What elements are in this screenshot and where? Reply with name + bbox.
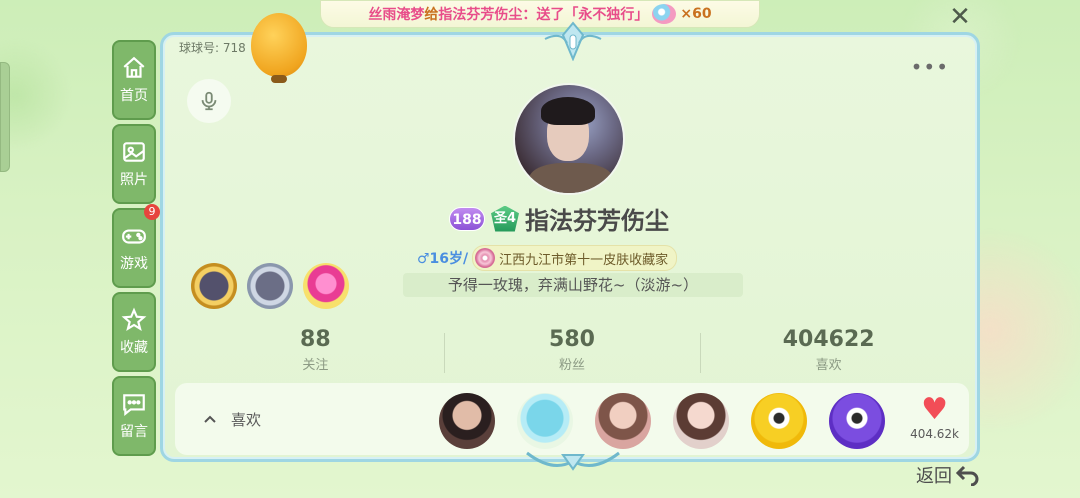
- home-icon: [123, 56, 145, 78]
- mascot-chick-icon[interactable]: [251, 13, 307, 83]
- likes-toggle-label: 喜欢: [231, 410, 262, 429]
- stat-value: 404622: [782, 327, 875, 352]
- sidebar: 首页 照片 9 游戏 收藏 留言: [112, 40, 160, 460]
- heart-badge-icon[interactable]: [303, 263, 349, 309]
- like-count: 404.62k: [910, 427, 959, 441]
- lollipop-icon: [475, 248, 496, 268]
- sidebar-item-games[interactable]: 9 游戏: [112, 204, 160, 288]
- title-badge[interactable]: 江西九江市第十一皮肤收藏家: [472, 245, 678, 271]
- background-blob: [0, 40, 70, 150]
- gold-frame-badge-icon[interactable]: [191, 263, 237, 309]
- sidebar-item-label: 首页: [120, 88, 148, 104]
- edge-handle[interactable]: [0, 62, 10, 172]
- nickname: 指法芬芳伤尘: [525, 207, 669, 235]
- liker-avatar[interactable]: [829, 393, 885, 449]
- heart-icon: ♥: [921, 392, 948, 427]
- bottom-ornament-icon: [526, 451, 620, 471]
- back-button[interactable]: 返回: [916, 462, 980, 488]
- sidebar-item-home[interactable]: 首页: [112, 40, 156, 120]
- liker-avatar[interactable]: [673, 393, 729, 449]
- info-row: ♂16岁/ 江西九江市第十一皮肤收藏家: [417, 245, 678, 271]
- liker-avatar[interactable]: [517, 393, 573, 449]
- message-icon: [123, 394, 145, 417]
- return-arrow-icon: [956, 465, 979, 486]
- sidebar-item-label: 收藏: [120, 340, 148, 356]
- profile-avatar[interactable]: [513, 83, 625, 195]
- achievement-badges: [191, 263, 349, 309]
- banner-sender: 丝雨淹梦: [368, 7, 425, 23]
- stat-label: 喜欢: [815, 358, 842, 373]
- chevron-up-icon: [204, 415, 216, 423]
- gift-banner: 丝雨淹梦 给 指法芬芳伤尘 ：送了「永不独行」 ×60: [320, 0, 760, 28]
- stats-row: 88 关注 580 粉丝 404622 喜欢: [187, 327, 957, 373]
- likes-toggle[interactable]: 喜欢: [203, 409, 261, 430]
- stat-label: 粉丝: [559, 358, 586, 373]
- motto: 予得一玫瑰，弃满山野花~（淡游~）: [403, 273, 743, 297]
- star-icon: [121, 307, 147, 331]
- stat-value: 580: [549, 327, 595, 352]
- title-text: 江西九江市第十一皮肤收藏家: [499, 252, 669, 268]
- qq-id: 球球号: 718: [179, 41, 246, 55]
- banner-receiver: 指法芬芳伤尘: [438, 7, 523, 23]
- back-label: 返回: [916, 466, 952, 487]
- banner-verb: 给: [424, 7, 439, 23]
- liker-avatar[interactable]: [595, 393, 651, 449]
- stat-following[interactable]: 88 关注: [187, 327, 444, 373]
- sidebar-item-label: 游戏: [120, 256, 148, 272]
- likes-bar: 喜欢 ♥ 404.62k: [175, 383, 969, 455]
- liker-avatar[interactable]: [751, 393, 807, 449]
- stat-value: 88: [300, 327, 331, 352]
- stat-label: 关注: [302, 358, 329, 373]
- more-options-icon[interactable]: •••: [911, 55, 949, 79]
- level-badge[interactable]: 188: [449, 206, 485, 231]
- microphone-icon: [201, 91, 217, 111]
- profile-card: 球球号: 718 ••• 188 圣4 指法芬芳伤尘 ♂16岁/ 江西九江市第十…: [160, 13, 980, 471]
- sidebar-item-label: 留言: [120, 424, 148, 440]
- gift-icon: [652, 4, 677, 24]
- gamepad-icon: [122, 229, 146, 244]
- banner-count: ×60: [680, 6, 712, 22]
- stat-likes[interactable]: 404622 喜欢: [700, 327, 957, 373]
- saint-badge[interactable]: 圣4: [491, 205, 519, 232]
- name-row: 188 圣4 指法芬芳伤尘: [449, 201, 669, 236]
- like-button[interactable]: ♥ 404.62k: [910, 392, 959, 442]
- notification-badge: 9: [144, 204, 160, 220]
- stat-fans[interactable]: 580 粉丝: [443, 327, 701, 373]
- image-icon: [123, 142, 145, 162]
- gender-age: ♂16岁/: [417, 251, 469, 267]
- voice-button[interactable]: [187, 79, 231, 123]
- close-icon[interactable]: ✕: [948, 4, 972, 30]
- liker-avatar[interactable]: [439, 393, 495, 449]
- sidebar-item-favorites[interactable]: 收藏: [112, 292, 156, 372]
- sidebar-item-messages[interactable]: 留言: [112, 376, 156, 456]
- sidebar-item-photos[interactable]: 照片: [112, 124, 156, 204]
- silver-frame-badge-icon[interactable]: [247, 263, 293, 309]
- crest-ornament-icon: [544, 21, 602, 61]
- sidebar-item-label: 照片: [120, 172, 148, 188]
